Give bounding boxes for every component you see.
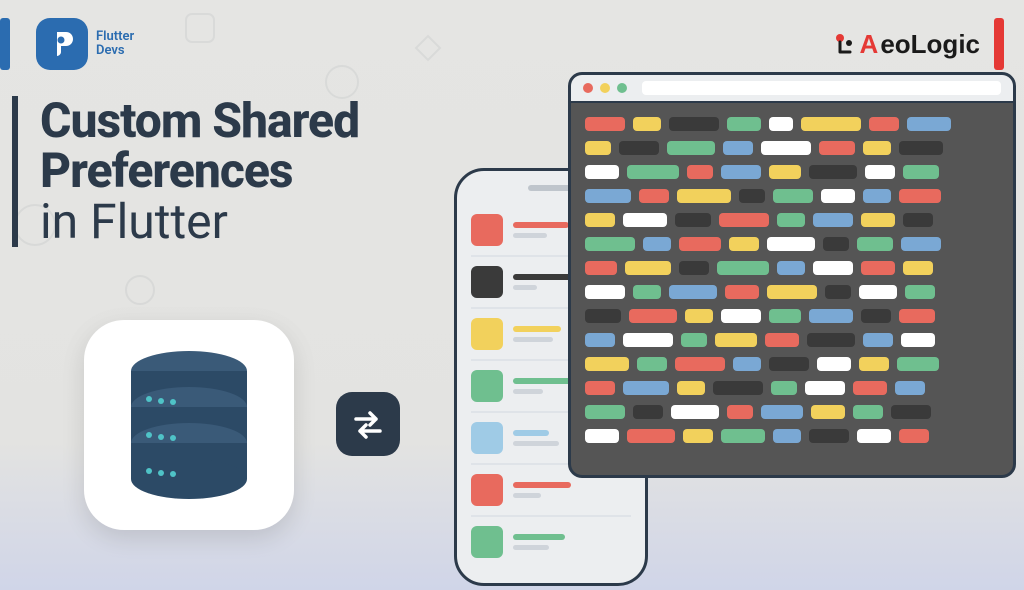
item-color-swatch: [471, 370, 503, 402]
code-row: [585, 165, 999, 179]
flutter-devs-text: Flutter Devs: [96, 30, 134, 59]
logo-text-2: Devs: [96, 44, 134, 58]
database-icon: [119, 345, 259, 505]
item-color-swatch: [471, 526, 503, 558]
code-row: [585, 237, 999, 251]
window-dot-yellow: [600, 83, 610, 93]
code-row: [585, 357, 999, 371]
aeologic-icon: [830, 30, 858, 58]
title-line-1: Custom Shared: [40, 96, 359, 146]
address-bar: [642, 81, 1001, 95]
flutter-devs-logo: Flutter Devs: [0, 18, 134, 70]
window-dot-green: [617, 83, 627, 93]
monitor-mockup: [568, 72, 1016, 478]
header: Flutter Devs AeoLogic: [0, 0, 1024, 70]
monitor-titlebar: [571, 75, 1013, 103]
flutter-devs-icon: [36, 18, 88, 70]
title-line-2: Preferences: [40, 146, 359, 196]
aeologic-text-red: A: [860, 29, 879, 60]
code-area: [571, 103, 1013, 457]
code-row: [585, 141, 999, 155]
code-row: [585, 117, 999, 131]
code-row: [585, 261, 999, 275]
code-row: [585, 285, 999, 299]
item-color-swatch: [471, 318, 503, 350]
logo-text-1: Flutter: [96, 30, 134, 44]
code-row: [585, 429, 999, 443]
window-dot-red: [583, 83, 593, 93]
code-row: [585, 381, 999, 395]
code-row: [585, 333, 999, 347]
logo-stripe-right: [994, 18, 1004, 70]
item-color-swatch: [471, 474, 503, 506]
title-line-3: in Flutter: [40, 197, 359, 247]
aeologic-logo: AeoLogic: [830, 18, 1004, 70]
list-item: [471, 517, 631, 567]
item-color-swatch: [471, 214, 503, 246]
database-card: [84, 320, 294, 530]
title-block: Custom Shared Preferences in Flutter: [12, 96, 359, 247]
code-row: [585, 213, 999, 227]
aeologic-text-dark: eoLogic: [880, 29, 980, 60]
code-row: [585, 189, 999, 203]
code-row: [585, 309, 999, 323]
item-color-swatch: [471, 266, 503, 298]
logo-stripe: [0, 18, 10, 70]
item-color-swatch: [471, 422, 503, 454]
code-row: [585, 405, 999, 419]
swap-arrows-icon: [336, 392, 400, 456]
